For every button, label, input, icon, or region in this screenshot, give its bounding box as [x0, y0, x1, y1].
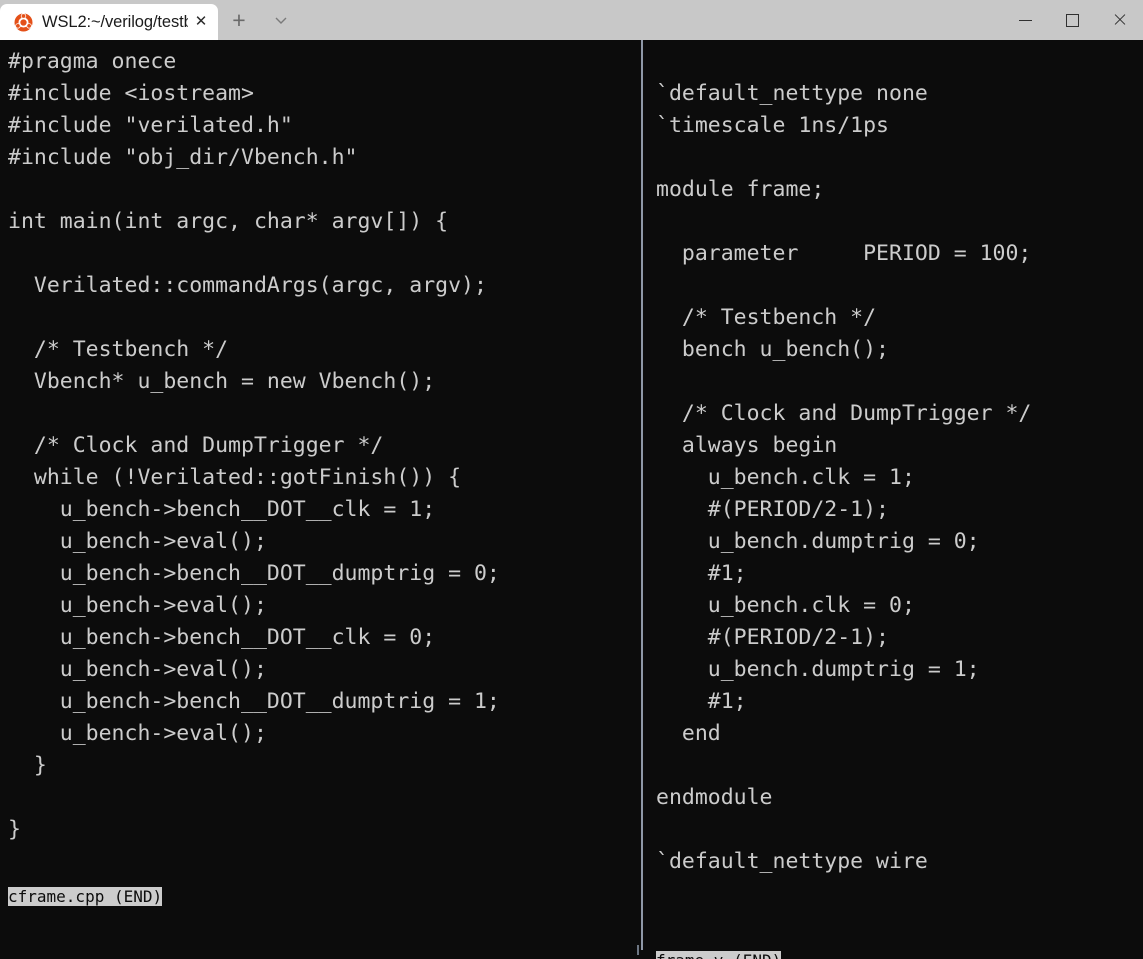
pager-status-right-wrapper: frame.v (END) — [656, 951, 794, 959]
pager-status-cframe-cpp: cframe.cpp (END) — [8, 887, 163, 906]
new-tab-button[interactable]: + — [218, 0, 260, 40]
maximize-icon — [1066, 13, 1079, 27]
pane-splitter[interactable] — [641, 40, 643, 950]
title-bar: WSL2:~/verilog/testber ✕ + — [0, 0, 1143, 40]
pager-status-frame-v: frame.v (END) — [656, 951, 782, 959]
close-button[interactable] — [1096, 0, 1143, 40]
tab-strip: WSL2:~/verilog/testber ✕ + — [0, 0, 302, 40]
pane-splitter-handle[interactable] — [637, 945, 639, 955]
code-text-cframe-cpp: #pragma onece #include <iostream> #inclu… — [8, 49, 500, 842]
ubuntu-logo-icon — [14, 12, 33, 32]
minimize-button[interactable] — [1002, 0, 1049, 40]
terminal-pane-right[interactable]: `default_nettype none `timescale 1ns/1ps… — [654, 40, 1143, 959]
code-text-frame-v: `default_nettype none `timescale 1ns/1ps… — [656, 81, 1032, 874]
window-close-icon — [1113, 13, 1127, 27]
pager-status-left-wrapper: cframe.cpp (END) — [8, 887, 163, 906]
window-controls — [1002, 0, 1143, 40]
terminal-pane-left[interactable]: #pragma onece #include <iostream> #inclu… — [0, 40, 640, 959]
terminal-window: WSL2:~/verilog/testber ✕ + #pragma onece… — [0, 0, 1143, 959]
maximize-button[interactable] — [1049, 0, 1096, 40]
tab-title: WSL2:~/verilog/testber — [42, 13, 188, 31]
minimize-icon — [1019, 19, 1032, 21]
terminal-body[interactable]: #pragma onece #include <iostream> #inclu… — [0, 40, 1143, 959]
chevron-down-icon[interactable] — [260, 0, 302, 40]
close-icon[interactable]: ✕ — [190, 11, 212, 33]
tab-wsl2-verilog-testbench[interactable]: WSL2:~/verilog/testber ✕ — [0, 4, 218, 40]
